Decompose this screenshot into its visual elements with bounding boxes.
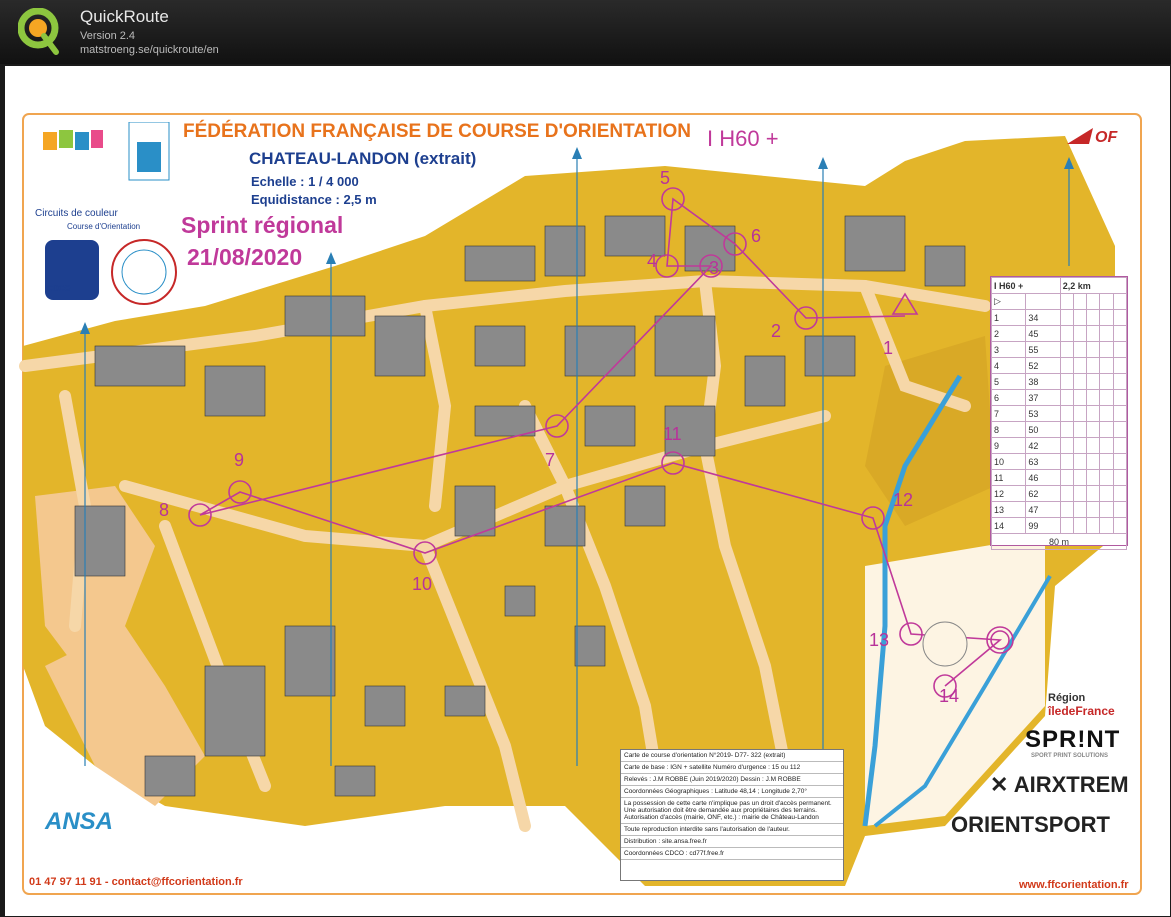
map-info-box: Carte de course d'orientation N°2019- D7…: [620, 749, 844, 881]
svg-text:OF: OF: [1095, 129, 1118, 146]
info-line: Coordonnées Géographiques : Latitude 48,…: [621, 786, 843, 798]
cd-row: 2 45: [990, 325, 1128, 342]
control-number-2: 2: [771, 321, 782, 341]
info-line: La possession de cette carte n'implique …: [621, 798, 843, 824]
cd-finish-distance: 80 m: [991, 533, 1127, 550]
control-number-11: 11: [663, 424, 682, 444]
sponsor-airxtrem: ✕ AIRXTREM: [990, 772, 1129, 797]
cd-row: 7 53: [990, 405, 1128, 422]
cd-course-length: 2,2 km: [1059, 277, 1128, 294]
cd-row: 3 55: [990, 341, 1128, 358]
control-number-13: 13: [869, 630, 890, 650]
control-number-3: 3: [709, 258, 720, 278]
control-number-10: 10: [412, 574, 433, 594]
sponsor-ansa: ANSA: [45, 808, 114, 835]
cd-row: 1 34: [990, 309, 1128, 326]
control-number-8: 8: [159, 500, 170, 520]
sponsor-sprint: SPR!NT: [1025, 726, 1121, 753]
map-name: CHATEAU-LANDON (extrait): [249, 149, 477, 168]
iof-logo: OF: [1067, 128, 1118, 146]
cd-row: 13 47: [990, 501, 1128, 518]
info-line: Carte de course d'orientation N°2019- D7…: [621, 750, 843, 762]
cd-course-name: I H60 +: [991, 277, 1061, 294]
title-bar: QuickRoute Version 2.4 matstroeng.se/qui…: [0, 0, 1171, 64]
info-line: Toute reproduction interdite sans l'auto…: [621, 824, 843, 836]
ffco-website: www.ffcorientation.fr: [1019, 879, 1129, 891]
control-number-7: 7: [545, 450, 556, 470]
control-number-9: 9: [234, 450, 245, 470]
control-number-4: 4: [647, 251, 658, 271]
map-scale: Echelle : 1 / 4 000: [251, 174, 359, 189]
federation-title: FÉDÉRATION FRANÇAISE DE COURSE D'ORIENTA…: [183, 121, 692, 142]
control-description-table: I H60 + 2,2 km ▷ 1 34 2 45 3 55 4 52 5 38 6 37…: [990, 276, 1128, 550]
cd-row: 10 63: [990, 453, 1128, 470]
control-number-6: 6: [751, 226, 762, 246]
cdco-label: CDCO: [47, 284, 71, 293]
sponsor-region: Région: [1048, 692, 1086, 704]
cd-row: 8 50: [990, 421, 1128, 438]
sponsor-orientsport: ORIENTSPORT: [951, 812, 1110, 837]
control-number-14: 14: [939, 686, 960, 706]
event-date: 21/08/2020: [187, 244, 303, 270]
map-equidistance: Equidistance : 2,5 m: [251, 192, 377, 207]
cd-row: 12 62: [990, 485, 1128, 502]
cd-row: 11 46: [990, 469, 1128, 486]
cd-row: 6 37: [990, 389, 1128, 406]
info-line: Carte de base : IGN + satellite Numéro d…: [621, 762, 843, 774]
info-line: Distribution : site.ansa.free.fr: [621, 836, 843, 848]
quickroute-logo-icon: [18, 8, 59, 55]
cd-row: 9 42: [990, 437, 1128, 454]
event-name: Sprint régional: [181, 212, 344, 238]
control-number-1: 1: [883, 338, 894, 358]
app-title: QuickRoute: [80, 7, 169, 26]
contact-phone: 01 47 97 11 91 - contact@ffcorientation.…: [29, 876, 243, 888]
app-url: matstroeng.se/quickroute/en: [80, 44, 219, 56]
course-name: I H60 +: [707, 126, 779, 151]
ffco-logos: [41, 122, 177, 305]
control-number-12: 12: [893, 490, 914, 510]
circuits-couleur-sublabel: Course d'Orientation: [67, 222, 141, 231]
control-number-5: 5: [660, 168, 671, 188]
sponsor-sprint-sub: SPORT PRINT SOLUTIONS: [1031, 753, 1109, 759]
cd-row: 14 99: [990, 517, 1128, 534]
app-version: Version 2.4: [80, 30, 136, 42]
cd-row: 5 38: [990, 373, 1128, 390]
info-line: Relevés : J.M ROBBE (Juin 2019/2020) Des…: [621, 774, 843, 786]
cd-row: 4 52: [990, 357, 1128, 374]
sponsor-iledefrance: îledeFrance: [1048, 704, 1115, 718]
circuits-couleur-label: Circuits de couleur: [35, 208, 118, 219]
map-canvas[interactable]: Circuits de couleur Course d'Orientation…: [5, 66, 1170, 916]
info-line: Coordonnées CDCO : cd77f.free.fr: [621, 848, 843, 860]
